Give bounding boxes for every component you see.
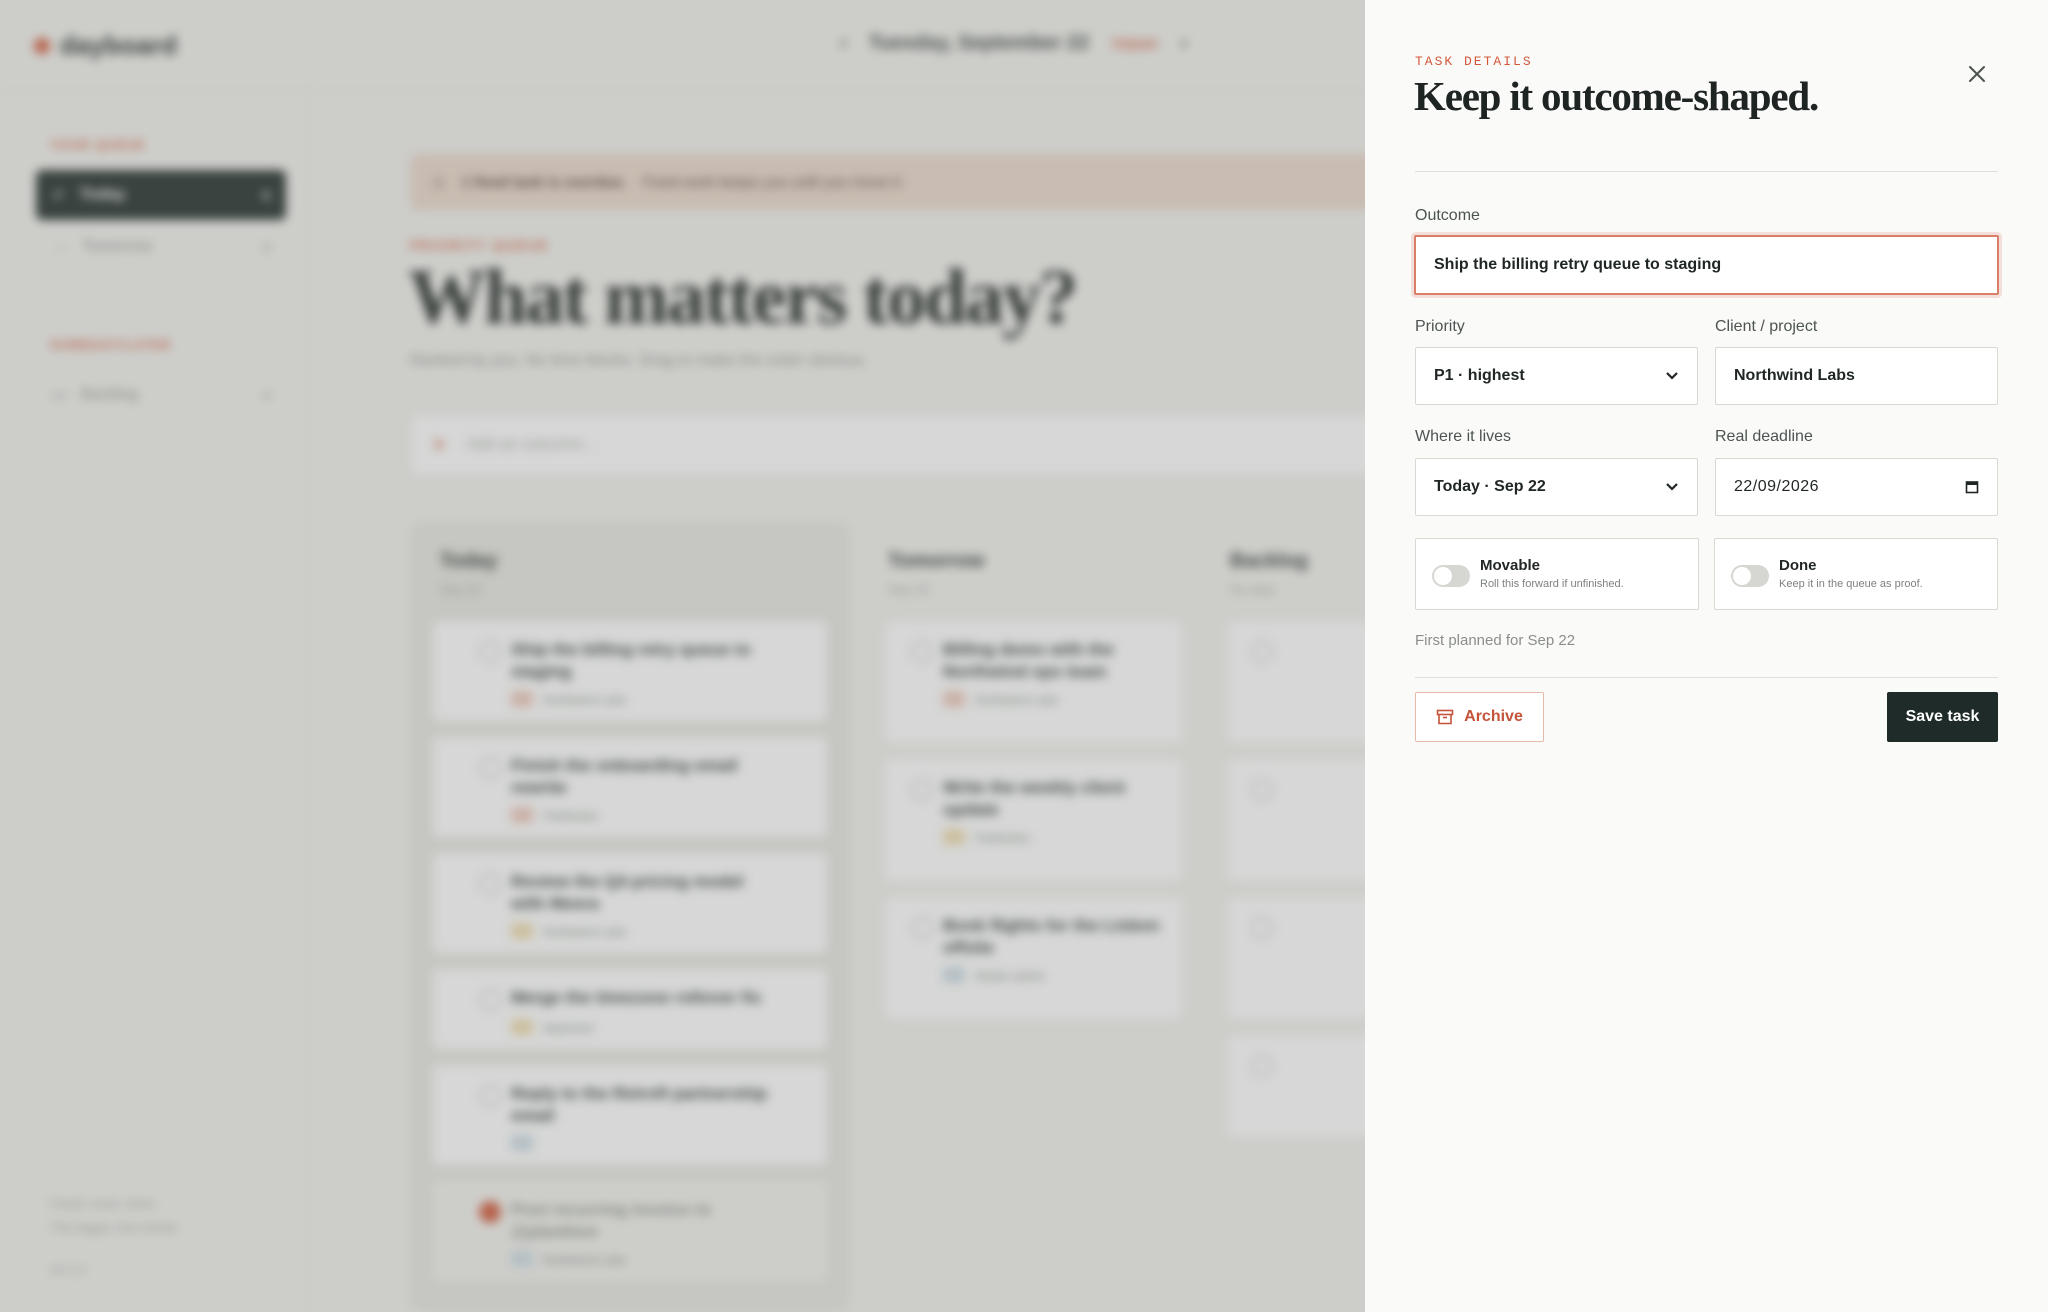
- close-icon: [1969, 66, 1985, 82]
- movable-description: Roll this forward if unfinished.: [1480, 578, 1624, 590]
- movable-toggle-card[interactable]: Movable Roll this forward if unfinished.: [1415, 538, 1699, 610]
- priority-select[interactable]: P1 · highest: [1415, 347, 1698, 405]
- calendar-icon: [1965, 481, 1979, 494]
- where-value: Today · Sep 22: [1434, 478, 1546, 495]
- drawer-title: Keep it outcome-shaped.: [1414, 73, 1819, 119]
- priority-label: Priority: [1415, 318, 1465, 335]
- priority-value: P1 · highest: [1434, 367, 1525, 384]
- drawer-kicker: TASK DETAILS: [1415, 54, 1533, 69]
- done-label: Done: [1779, 557, 1817, 574]
- divider: [1415, 677, 1998, 678]
- save-task-button[interactable]: Save task: [1887, 692, 1998, 742]
- movable-switch[interactable]: [1432, 565, 1470, 587]
- where-select[interactable]: Today · Sep 22: [1415, 458, 1698, 516]
- client-value: Northwind Labs: [1734, 367, 1855, 384]
- where-label: Where it lives: [1415, 428, 1512, 445]
- modal-backdrop[interactable]: [0, 0, 1365, 1312]
- deadline-label: Real deadline: [1715, 428, 1813, 445]
- done-toggle-card[interactable]: Done Keep it in the queue as proof.: [1714, 538, 1998, 610]
- archive-button[interactable]: Archive: [1415, 692, 1544, 742]
- switch-knob: [1434, 567, 1452, 585]
- outcome-value: Ship the billing retry queue to staging: [1434, 256, 1722, 273]
- switch-knob: [1733, 567, 1751, 585]
- client-input[interactable]: Northwind Labs: [1715, 347, 1998, 405]
- task-details-drawer: TASK DETAILS Keep it outcome-shaped. Out…: [1365, 0, 2048, 1312]
- done-switch[interactable]: [1731, 565, 1769, 587]
- archive-label: Archive: [1464, 708, 1523, 725]
- outcome-label: Outcome: [1415, 207, 1480, 224]
- archive-icon: [1436, 709, 1454, 725]
- chevron-down-icon: [1666, 372, 1678, 380]
- chevron-down-icon: [1666, 483, 1678, 491]
- save-label: Save task: [1905, 708, 1980, 725]
- movable-label: Movable: [1480, 557, 1541, 574]
- divider: [1415, 171, 1998, 172]
- client-label: Client / project: [1715, 318, 1818, 335]
- deadline-value: 22/09/2026: [1734, 478, 1820, 495]
- first-planned-note: First planned for Sep 22: [1415, 632, 1576, 649]
- calendar-button[interactable]: [1965, 480, 1979, 494]
- close-button[interactable]: [1963, 60, 1991, 88]
- done-description: Keep it in the queue as proof.: [1779, 578, 1923, 590]
- deadline-date-input[interactable]: 22/09/2026: [1715, 458, 1998, 516]
- outcome-input[interactable]: Ship the billing retry queue to staging: [1414, 235, 1999, 295]
